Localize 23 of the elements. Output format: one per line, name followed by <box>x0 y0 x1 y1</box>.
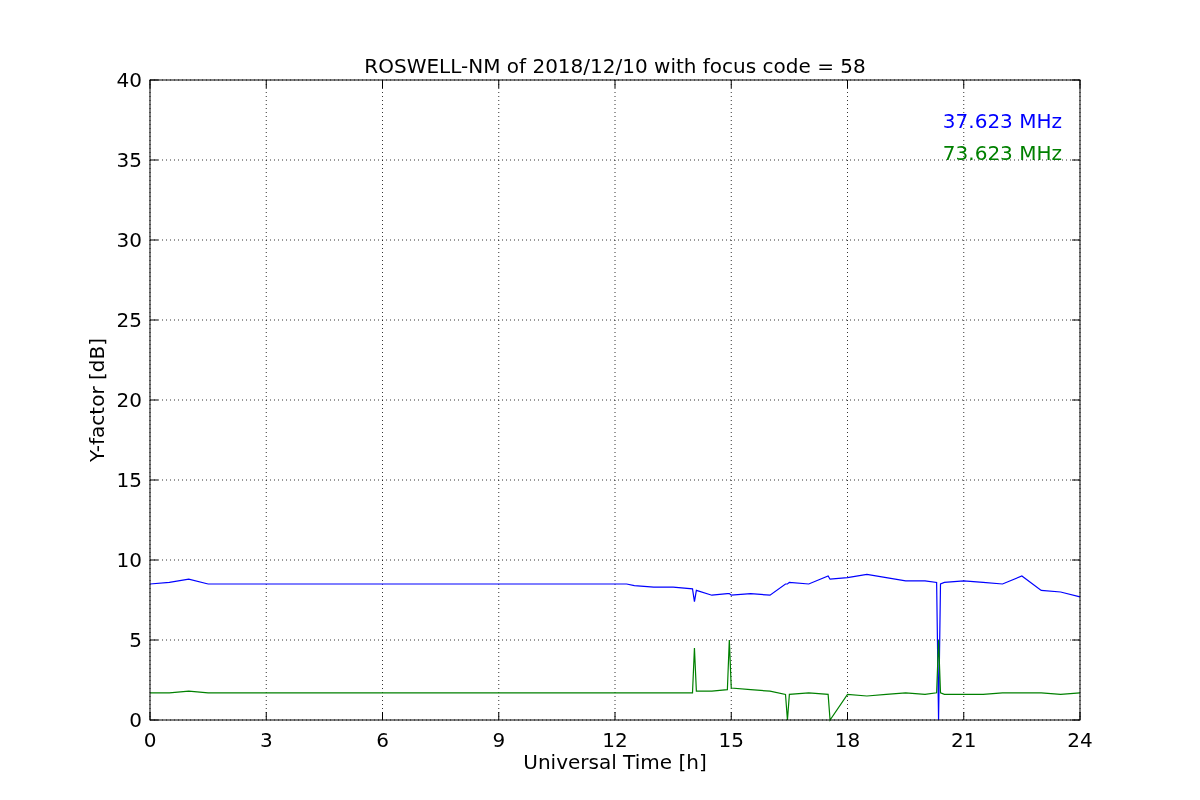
y-tick-label: 35 <box>116 148 142 172</box>
y-tick-label: 5 <box>129 628 142 652</box>
x-tick-label: 12 <box>602 728 628 752</box>
chart-title: ROSWELL-NM of 2018/12/10 with focus code = 58 <box>364 54 866 78</box>
x-tick-label: 24 <box>1067 728 1093 752</box>
legend-label: 73.623 MHz <box>942 141 1062 165</box>
legend-label: 37.623 MHz <box>942 109 1062 133</box>
y-tick-label: 20 <box>116 388 142 412</box>
x-tick-label: 18 <box>834 728 861 752</box>
y-tick-label: 30 <box>116 228 142 252</box>
x-tick-label: 6 <box>376 728 389 752</box>
x-tick-label: 3 <box>259 728 273 752</box>
y-tick-label: 25 <box>116 308 142 332</box>
x-tick-label: 9 <box>492 728 506 752</box>
y-axis-label: Y-factor [dB] <box>85 338 109 462</box>
x-tick-label: 21 <box>951 728 977 752</box>
y-tick-label: 10 <box>116 548 142 572</box>
x-tick-label: 0 <box>143 728 157 752</box>
y-tick-label: 0 <box>129 708 142 732</box>
x-axis-label: Universal Time [h] <box>523 750 707 774</box>
y-tick-label: 40 <box>116 68 142 92</box>
y-tick-label: 15 <box>116 468 142 492</box>
x-tick-label: 15 <box>718 728 744 752</box>
